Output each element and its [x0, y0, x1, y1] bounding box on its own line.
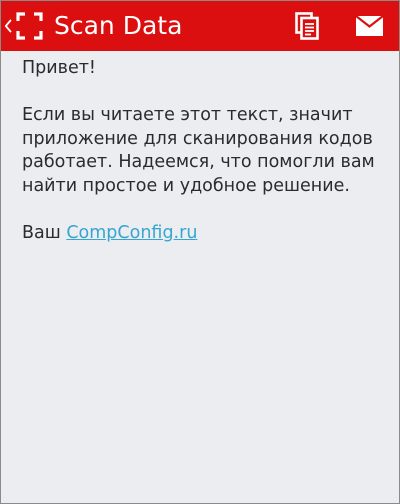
signature-prefix: Ваш — [22, 222, 61, 243]
app-bar: Scan Data — [1, 1, 399, 51]
page-title: Scan Data — [54, 11, 183, 40]
signature-line: Ваш CompConfig.ru — [22, 222, 390, 246]
send-email-button[interactable] — [351, 9, 387, 43]
copy-icon — [295, 12, 319, 40]
greeting-text: Привет! — [22, 58, 96, 78]
scan-frame-icon — [16, 12, 43, 40]
chevron-left-glyph — [4, 19, 12, 33]
copy-button[interactable] — [291, 9, 323, 43]
body-text: Если вы читаете этот текст, значит прило… — [22, 105, 375, 196]
compconfig-link[interactable]: CompConfig.ru — [66, 223, 197, 243]
mail-icon — [355, 16, 383, 36]
scan-result-text: Привет! Если вы читаете этот текст, знач… — [22, 57, 390, 245]
app-window: Scan Data Привет! Если вы читаете этот т… — [0, 0, 400, 504]
chevron-left-icon[interactable] — [4, 15, 12, 37]
